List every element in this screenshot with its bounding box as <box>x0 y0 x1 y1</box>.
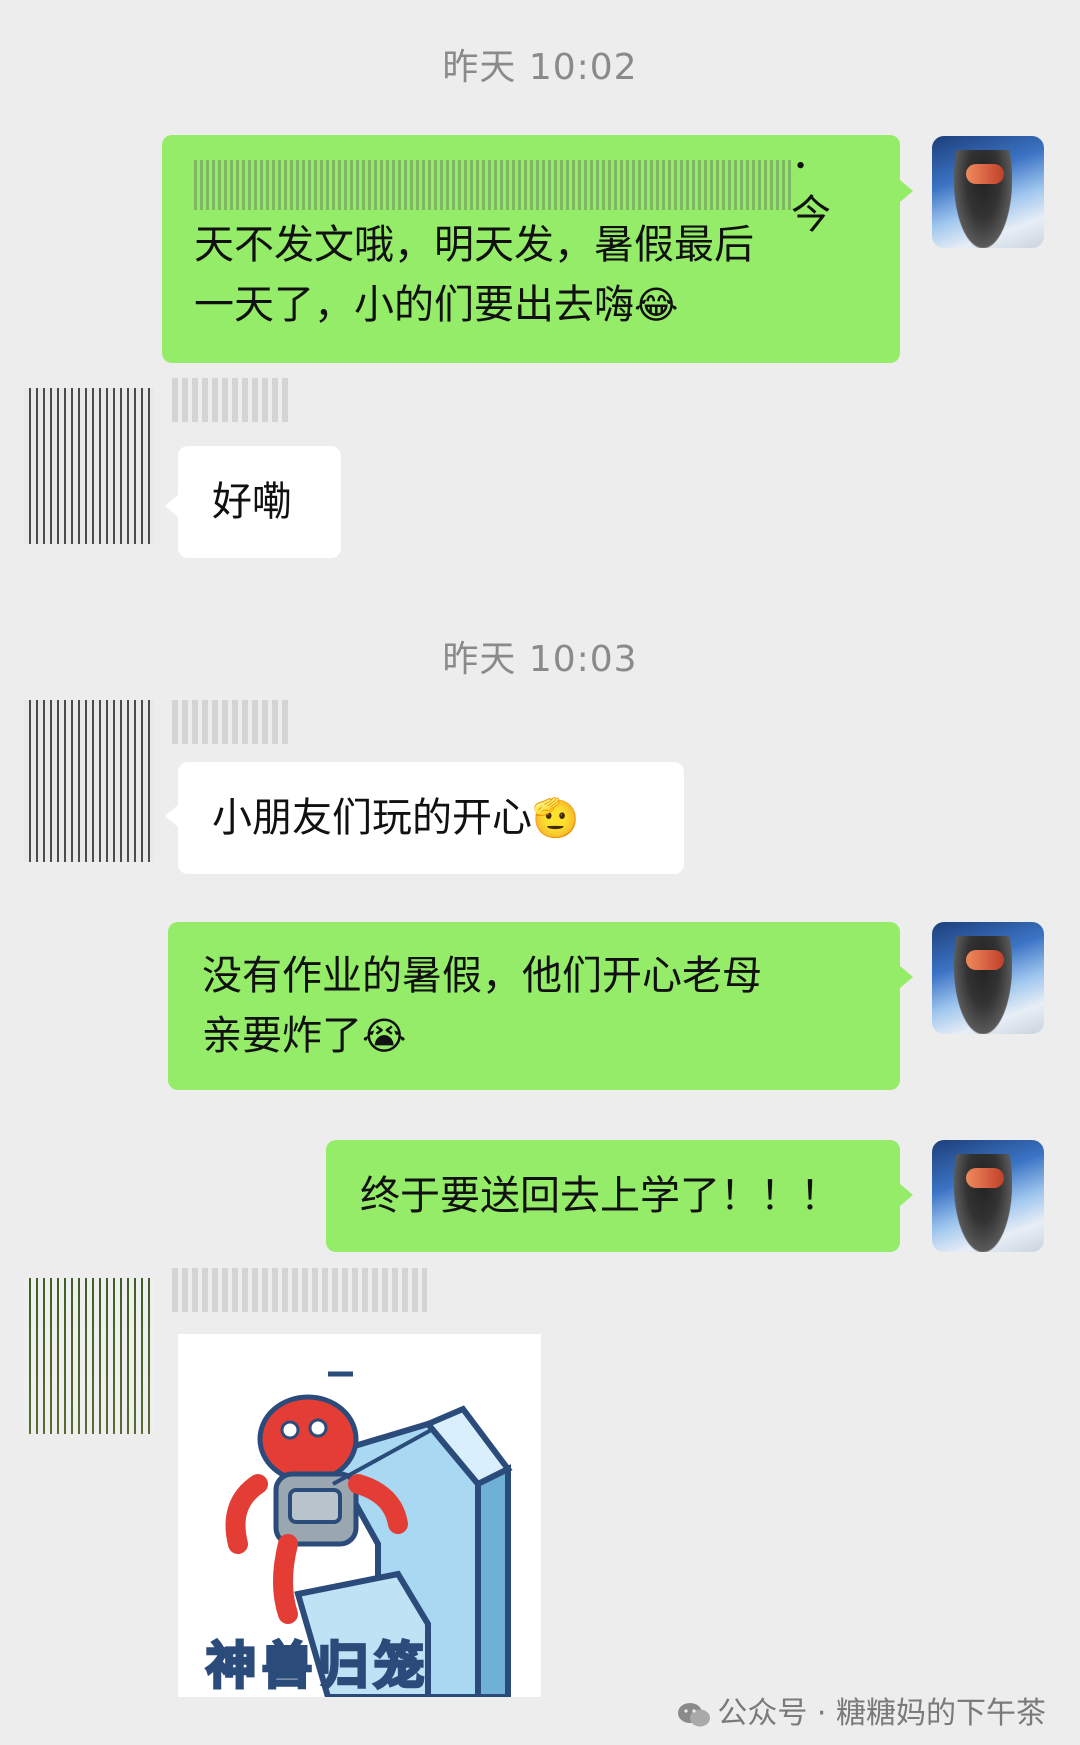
timestamp: 昨天 10:02 <box>442 47 638 88</box>
bubble-tail <box>165 805 178 827</box>
message-text: 好嘞 <box>212 479 292 525</box>
wechat-logo-icon <box>677 1701 711 1729</box>
crying-face-emoji-icon: 😭 <box>362 1014 407 1058</box>
message-bubble[interactable]: 小朋友们玩的开心🫡 <box>178 762 684 874</box>
my-avatar[interactable] <box>932 136 1044 248</box>
message-bubble[interactable]: ．今 天不发文哦，明天发，暑假最后 一天了，小的们要出去嗨😂 <box>162 132 900 363</box>
friend-avatar[interactable] <box>24 700 154 862</box>
message-text: 终于要送回去上学了！！！ <box>360 1173 840 1219</box>
sticker-image[interactable]: 神兽归笼 <box>178 1334 541 1700</box>
friend-nickname-blurred <box>172 700 292 744</box>
message-text: 小朋友们玩的开心 <box>212 795 532 841</box>
message-text: 一天了，小的们要出去嗨 <box>194 282 634 328</box>
friend-avatar[interactable] <box>24 1278 154 1434</box>
bubble-tail <box>900 180 913 202</box>
message-bubble[interactable]: 好嘞 <box>178 446 341 558</box>
message-text: 天不发文哦，明天发，暑假最后 <box>194 222 754 268</box>
timestamp: 昨天 10:03 <box>442 639 638 680</box>
friend-nickname-blurred <box>172 1268 427 1312</box>
bubble-tail <box>900 966 913 988</box>
friend-nickname-blurred <box>172 378 292 422</box>
bubble-tail <box>165 495 178 517</box>
message-bubble[interactable]: 没有作业的暑假，他们开心老母 亲要炸了😭 <box>168 922 900 1090</box>
saluting-face-emoji-icon: 🫡 <box>532 796 580 840</box>
my-avatar[interactable] <box>932 922 1044 1034</box>
watermark: 公众号 · 糖糖妈的下午茶 <box>677 1688 1046 1732</box>
my-avatar[interactable] <box>932 1140 1044 1252</box>
watermark-text: 公众号 · 糖糖妈的下午茶 <box>717 1696 1046 1731</box>
message-text: 没有作业的暑假，他们开心老母 <box>202 953 762 999</box>
laughing-emoji-icon: 😂 <box>634 283 679 327</box>
bubble-tail <box>900 1184 913 1206</box>
message-text: ．今 <box>790 132 831 238</box>
friend-avatar[interactable] <box>24 388 154 544</box>
message-bubble[interactable]: 终于要送回去上学了！！！ <box>326 1140 900 1252</box>
sticker-caption: 神兽归笼 <box>205 1636 430 1697</box>
message-text: 亲要炸了 <box>202 1013 362 1059</box>
blurred-text <box>194 160 791 210</box>
